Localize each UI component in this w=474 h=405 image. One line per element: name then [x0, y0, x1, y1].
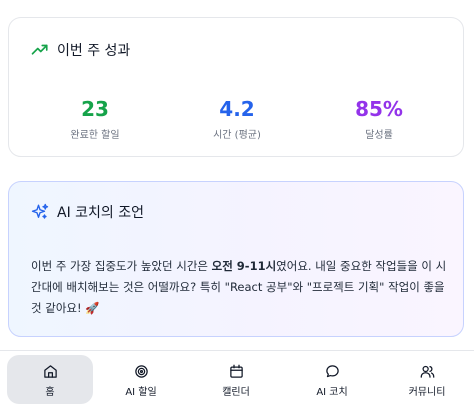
weekly-performance-card: 이번 주 성과 23 완료한 할일 4.2 시간 (평균) 85% 달성률 — [8, 17, 464, 157]
performance-title: 이번 주 성과 — [57, 43, 131, 59]
sparkles-icon — [31, 203, 49, 219]
chat-bubble-icon — [325, 365, 339, 378]
nav-label-home: 홈 — [45, 387, 55, 398]
nav-item-home[interactable]: 홈 — [7, 355, 93, 404]
trending-up-icon — [31, 44, 48, 55]
target-icon — [134, 365, 148, 378]
stat-completed: 23 완료한 할일 — [35, 98, 155, 141]
performance-header: 이번 주 성과 — [31, 40, 130, 60]
coach-message-text: 이번 주 가장 집중도가 높았던 시간은 — [31, 259, 212, 273]
stat-hours-label: 시간 (평균) — [213, 130, 261, 141]
bottom-nav: 홈 AI 할일 캘린더 AI 코치 커뮤니티 — [0, 350, 474, 405]
coach-header: AI 코치의 조언 — [31, 202, 144, 222]
coach-message: 이번 주 가장 집중도가 높았던 시간은 오전 9-11시였어요. 내일 중요한… — [31, 256, 447, 319]
stat-hours: 4.2 시간 (평균) — [177, 98, 297, 141]
stat-achievement: 85% 달성률 — [319, 98, 439, 141]
stat-achievement-value: 85% — [355, 97, 403, 121]
nav-label-community: 커뮤니티 — [408, 387, 446, 398]
calendar-icon — [229, 364, 243, 378]
nav-label-ai-coach: AI 코치 — [316, 387, 348, 398]
stat-completed-value: 23 — [81, 97, 109, 121]
nav-item-community[interactable]: 커뮤니티 — [384, 355, 470, 404]
stat-completed-label: 완료한 할일 — [70, 130, 120, 141]
nav-item-ai-tasks[interactable]: AI 할일 — [98, 355, 184, 404]
stat-hours-value: 4.2 — [219, 97, 255, 121]
ai-coach-card: AI 코치의 조언 이번 주 가장 집중도가 높았던 시간은 오전 9-11시였… — [8, 181, 464, 337]
nav-label-calendar: 캘린더 — [222, 387, 250, 398]
stat-achievement-label: 달성률 — [365, 130, 393, 141]
nav-item-ai-coach[interactable]: AI 코치 — [289, 355, 375, 404]
coach-message-highlight: 오전 9-11시 — [211, 259, 277, 273]
nav-item-calendar[interactable]: 캘린더 — [193, 355, 279, 404]
coach-title: AI 코치의 조언 — [57, 205, 145, 221]
home-icon — [43, 365, 57, 378]
users-icon — [420, 365, 434, 378]
nav-label-ai-tasks: AI 할일 — [125, 387, 157, 398]
